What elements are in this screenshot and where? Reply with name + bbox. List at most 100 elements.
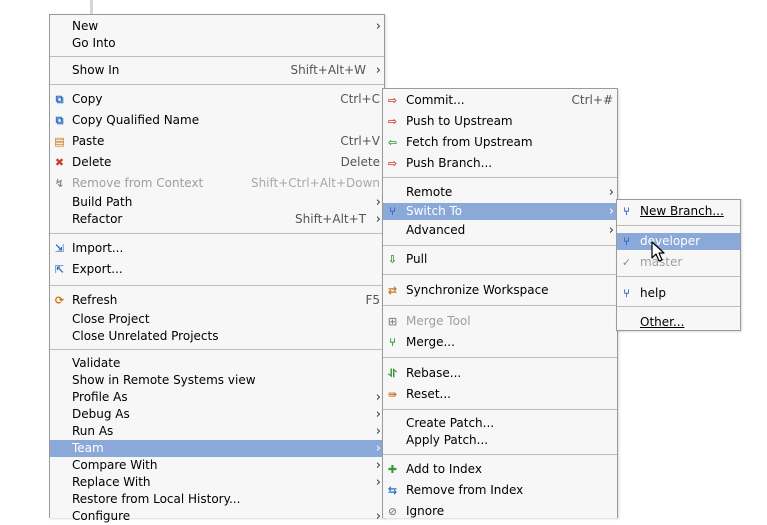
- submenu-arrow-icon: ›: [375, 475, 381, 490]
- import-icon: ⇲: [54, 242, 65, 255]
- push-upstream-icon: ⇨: [387, 115, 398, 128]
- menu-label: Copy Qualified Name: [72, 113, 200, 127]
- menu-item-profile-as[interactable]: Profile As ›: [50, 389, 384, 406]
- menu-item-switch-to[interactable]: ⑂ Switch To ›: [383, 203, 617, 220]
- menu-label: Synchronize Workspace: [406, 283, 549, 297]
- checked-branch-icon: ✓: [621, 256, 632, 269]
- menu-label: Delete: [72, 155, 112, 169]
- menu-item-go-into[interactable]: Go Into: [50, 35, 384, 52]
- menu-label: Other...: [640, 315, 685, 329]
- menu-item-other[interactable]: Other...: [617, 314, 740, 331]
- menu-item-reset[interactable]: ⇛ Reset...: [383, 386, 617, 403]
- menu-accelerator: Ctrl+V: [340, 134, 380, 148]
- menu-item-export[interactable]: ⇱ Export...: [50, 261, 384, 278]
- menu-accelerator: Delete: [340, 155, 380, 169]
- menu-item-synchronize-workspace[interactable]: ⇄ Synchronize Workspace: [383, 282, 617, 299]
- menu-item-team[interactable]: Team ›: [50, 440, 384, 457]
- menu-item-branch-help[interactable]: ⑂ help: [617, 285, 740, 302]
- menu-item-close-unrelated-projects[interactable]: Close Unrelated Projects: [50, 328, 384, 345]
- menu-item-replace-with[interactable]: Replace With ›: [50, 474, 384, 491]
- menu-item-close-project[interactable]: Close Project: [50, 311, 384, 328]
- menu-label: Push Branch...: [406, 156, 493, 170]
- menu-item-remove-from-index[interactable]: ⇆ Remove from Index: [383, 482, 617, 499]
- copy-icon: ⧉: [55, 93, 64, 106]
- menu-label: Remove from Index: [406, 483, 524, 497]
- new-branch-icon: ⑂: [623, 205, 630, 218]
- menu-separator: [383, 245, 617, 246]
- menu-accelerator: Shift+Alt+W: [290, 63, 367, 77]
- menu-label: help: [640, 286, 666, 300]
- menu-item-commit[interactable]: ⇨ Commit... Ctrl+#: [383, 92, 617, 109]
- menu-item-copy-qualified-name[interactable]: ⧉ Copy Qualified Name: [50, 112, 384, 129]
- submenu-arrow-icon: ›: [375, 458, 381, 473]
- menu-separator: [50, 285, 384, 286]
- menu-item-push-to-upstream[interactable]: ⇨ Push to Upstream: [383, 113, 617, 130]
- mouse-pointer-icon: [651, 241, 665, 262]
- menu-item-ignore[interactable]: ⊘ Ignore: [383, 503, 617, 520]
- menu-item-remove-from-context[interactable]: ↯ Remove from Context Shift+Ctrl+Alt+Down: [50, 175, 384, 192]
- menu-item-rebase[interactable]: ⥯ Rebase...: [383, 365, 617, 382]
- menu-item-show-in-remote-systems[interactable]: Show in Remote Systems view: [50, 372, 384, 389]
- menu-label: Show In: [72, 63, 120, 77]
- menu-item-merge-tool[interactable]: ⊞ Merge Tool: [383, 313, 617, 330]
- fetch-upstream-icon: ⇦: [387, 136, 398, 149]
- menu-label: Switch To: [406, 204, 463, 218]
- menu-separator: [617, 306, 740, 307]
- menu-label: Show in Remote Systems view: [72, 373, 256, 387]
- menu-separator: [50, 233, 384, 234]
- menu-label: Merge Tool: [406, 314, 471, 328]
- menu-item-validate[interactable]: Validate: [50, 355, 384, 372]
- menu-item-refresh[interactable]: ⟳ Refresh F5: [50, 292, 384, 309]
- menu-item-run-as[interactable]: Run As ›: [50, 423, 384, 440]
- menu-separator: [617, 276, 740, 277]
- menu-label: New Branch...: [640, 204, 724, 218]
- menu-item-import[interactable]: ⇲ Import...: [50, 240, 384, 257]
- push-branch-icon: ⇨: [387, 157, 398, 170]
- menu-item-pull[interactable]: ⇩ Pull: [383, 251, 617, 268]
- menu-item-push-branch[interactable]: ⇨ Push Branch...: [383, 155, 617, 172]
- menu-accelerator: Ctrl+C: [340, 92, 380, 106]
- synchronize-icon: ⇄: [387, 284, 398, 297]
- menu-item-fetch-from-upstream[interactable]: ⇦ Fetch from Upstream: [383, 134, 617, 151]
- rebase-icon: ⥯: [388, 367, 397, 380]
- menu-label: Copy: [72, 92, 103, 106]
- menu-item-branch-developer[interactable]: ⑂ developer: [617, 233, 740, 250]
- menu-item-build-path[interactable]: Build Path ›: [50, 194, 384, 211]
- commit-icon: ⇨: [387, 94, 398, 107]
- menu-item-paste[interactable]: ▤ Paste Ctrl+V: [50, 133, 384, 150]
- submenu-arrow-icon: ›: [608, 223, 614, 238]
- menu-item-delete[interactable]: ✖ Delete Delete: [50, 154, 384, 171]
- menu-item-add-to-index[interactable]: ✚ Add to Index: [383, 461, 617, 478]
- menu-item-compare-with[interactable]: Compare With ›: [50, 457, 384, 474]
- menu-separator: [383, 274, 617, 275]
- menu-item-copy[interactable]: ⧉ Copy Ctrl+C: [50, 91, 384, 108]
- menu-item-new[interactable]: New ›: [50, 18, 384, 35]
- menu-label: Run As: [72, 424, 114, 438]
- menu-label: Merge...: [406, 335, 455, 349]
- menu-label: Remove from Context: [72, 176, 204, 190]
- menu-item-show-in[interactable]: Show In Shift+Alt+W ›: [50, 62, 384, 79]
- menu-label: Ignore: [406, 504, 445, 518]
- menu-item-new-branch[interactable]: ⑂ New Branch...: [617, 203, 740, 220]
- menu-label: Close Unrelated Projects: [72, 329, 219, 343]
- menu-accelerator: Ctrl+#: [571, 93, 613, 107]
- submenu-arrow-icon: ›: [375, 424, 381, 439]
- merge-tool-icon: ⊞: [387, 315, 398, 328]
- branch-icon: ⑂: [623, 235, 630, 248]
- menu-item-advanced[interactable]: Advanced ›: [383, 222, 617, 239]
- menu-item-branch-master[interactable]: ✓ master: [617, 254, 740, 271]
- menu-item-merge[interactable]: ⑂ Merge...: [383, 334, 617, 351]
- delete-icon: ✖: [54, 156, 65, 169]
- menu-item-create-patch[interactable]: Create Patch...: [383, 415, 617, 432]
- menu-item-debug-as[interactable]: Debug As ›: [50, 406, 384, 423]
- menu-label: Profile As: [72, 390, 128, 404]
- menu-label: Import...: [72, 241, 124, 255]
- menu-item-remote[interactable]: Remote ›: [383, 184, 617, 201]
- menu-item-refactor[interactable]: Refactor Shift+Alt+T ›: [50, 211, 384, 228]
- menu-accelerator: F5: [365, 293, 380, 307]
- menu-label: Export...: [72, 262, 123, 276]
- menu-item-restore-local-history[interactable]: Restore from Local History...: [50, 491, 384, 508]
- menu-label: Pull: [406, 252, 428, 266]
- menu-item-apply-patch[interactable]: Apply Patch...: [383, 432, 617, 449]
- branch-icon: ⑂: [623, 287, 630, 300]
